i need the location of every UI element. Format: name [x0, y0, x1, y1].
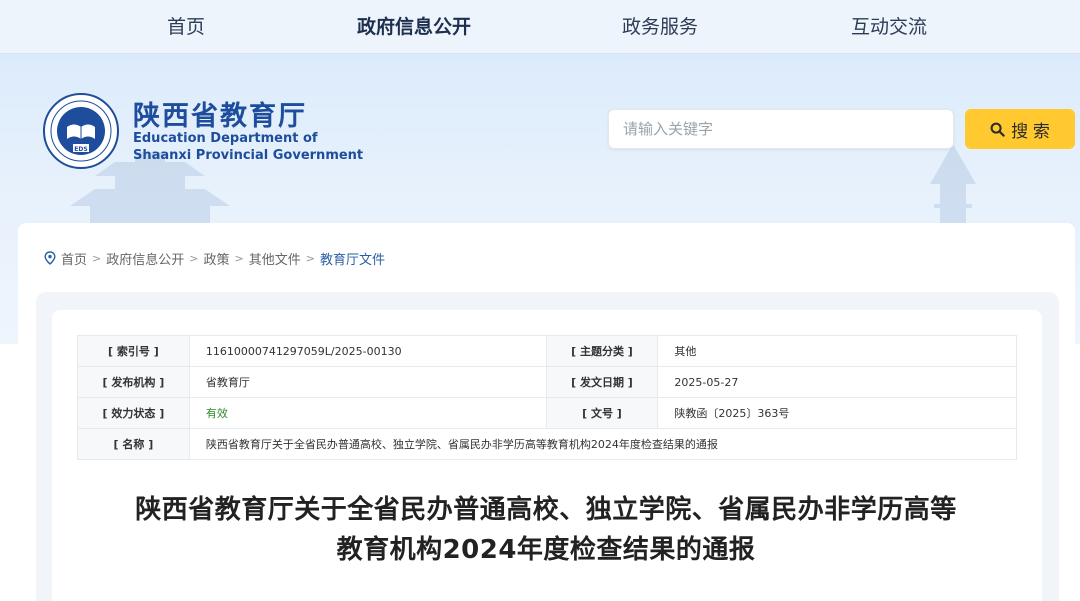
- breadcrumb-separator: >: [92, 251, 102, 265]
- site-logo-english-line2: Shaanxi Provincial Government: [133, 148, 364, 163]
- nav-item-interaction[interactable]: 互动交流: [809, 0, 969, 54]
- nav-item-gov-info[interactable]: 政府信息公开: [334, 0, 494, 54]
- breadcrumb-separator: >: [234, 251, 244, 265]
- search-icon: [990, 122, 1005, 137]
- meta-value-date: 2025-05-27: [657, 366, 1017, 398]
- location-pin-icon: [44, 251, 56, 265]
- table-row: [ 效力状态 ] 有效 [ 文号 ] 陕教函〔2025〕363号: [77, 397, 1017, 429]
- document-meta-table: [ 索引号 ] 11610000741297059L/2025-00130 [ …: [77, 335, 1018, 460]
- meta-value-topic: 其他: [657, 335, 1017, 367]
- meta-value-docno: 陕教函〔2025〕363号: [657, 397, 1017, 429]
- table-row: [ 索引号 ] 11610000741297059L/2025-00130 [ …: [77, 335, 1017, 367]
- meta-label-issuer: [ 发布机构 ]: [77, 366, 190, 398]
- breadcrumb-home[interactable]: 首页: [61, 249, 87, 268]
- top-navigation: 首页 政府信息公开 政务服务 互动交流: [0, 0, 1080, 54]
- breadcrumb-policy[interactable]: 政策: [203, 249, 229, 268]
- breadcrumb-separator: >: [189, 251, 199, 265]
- meta-value-issuer: 省教育厅: [188, 366, 547, 398]
- breadcrumb-separator: >: [305, 251, 315, 265]
- breadcrumb-other-docs[interactable]: 其他文件: [249, 249, 301, 268]
- site-logo-english-line1: Education Department of: [133, 131, 318, 146]
- emblem-text: EDS: [74, 146, 87, 153]
- meta-label-date: [ 发文日期 ]: [545, 366, 659, 398]
- meta-value-name: 陕西省教育厅关于全省民办普通高校、独立学院、省属民办非学历高等教育机构2024年…: [188, 428, 1018, 460]
- site-logo-chinese[interactable]: 陕西省教育厅: [133, 94, 307, 133]
- breadcrumb-gov-info[interactable]: 政府信息公开: [106, 249, 184, 268]
- breadcrumb-current[interactable]: 教育厅文件: [320, 249, 385, 268]
- search-input[interactable]: [608, 109, 954, 149]
- table-row: [ 发布机构 ] 省教育厅 [ 发文日期 ] 2025-05-27: [77, 366, 1017, 398]
- department-emblem-icon[interactable]: EDS: [43, 93, 119, 169]
- meta-label-topic: [ 主题分类 ]: [545, 335, 659, 367]
- meta-label-index: [ 索引号 ]: [77, 335, 190, 367]
- article-title-line1: 陕西省教育厅关于全省民办普通高校、独立学院、省属民办非学历高等: [135, 495, 957, 525]
- meta-value-index: 11610000741297059L/2025-00130: [188, 335, 547, 367]
- nav-item-home[interactable]: 首页: [106, 0, 266, 54]
- meta-label-name: [ 名称 ]: [77, 428, 190, 460]
- article-title: 陕西省教育厅关于全省民办普通高校、独立学院、省属民办非学历高等 教育机构2024…: [90, 490, 1002, 570]
- meta-value-status: 有效: [188, 397, 547, 429]
- nav-item-gov-services[interactable]: 政务服务: [580, 0, 740, 54]
- search-button-label: 搜 索: [1011, 121, 1050, 141]
- search-button[interactable]: 搜 索: [965, 109, 1075, 149]
- article-title-line2: 教育机构2024年度检查结果的通报: [336, 535, 756, 565]
- meta-label-status: [ 效力状态 ]: [77, 397, 190, 429]
- meta-label-docno: [ 文号 ]: [545, 397, 659, 429]
- table-row: [ 名称 ] 陕西省教育厅关于全省民办普通高校、独立学院、省属民办非学历高等教育…: [77, 428, 1018, 460]
- breadcrumb: 首页 > 政府信息公开 > 政策 > 其他文件 > 教育厅文件: [44, 248, 385, 268]
